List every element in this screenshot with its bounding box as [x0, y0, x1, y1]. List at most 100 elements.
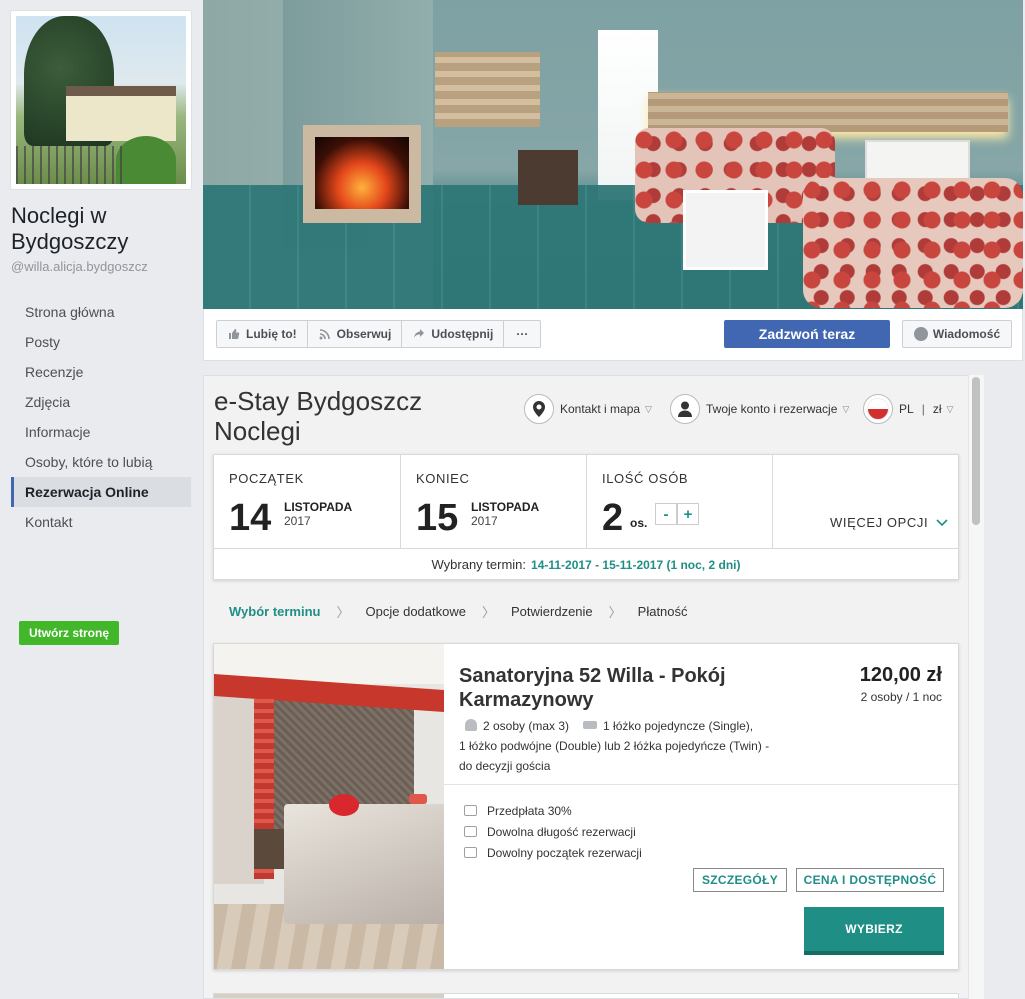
share-button[interactable]: Udostępnij [402, 321, 505, 347]
step-payment: Płatność [637, 604, 688, 619]
step-date-selection[interactable]: Wybór terminu [229, 604, 321, 619]
room-price-basis: 2 osoby / 1 noc [860, 690, 942, 704]
message-button[interactable]: Wiadomość [902, 320, 1012, 348]
room-pillow [329, 794, 359, 816]
guests-field: ILOŚĆ OSÓB 2 os. - + [587, 455, 773, 548]
feature-prepayment: Przedpłata 30% [464, 800, 642, 821]
cover-chest [518, 150, 578, 205]
feature-label: Dowolna długość rezerwacji [487, 824, 636, 839]
hotel-title-text: e-Stay Bydgoszcz Noclegi [214, 386, 423, 446]
more-options-label: WIĘCEJ OPCJI [830, 515, 929, 530]
calendar-icon [464, 826, 477, 837]
room-price: 120,00 zł [859, 664, 942, 686]
poland-flag-icon [867, 398, 889, 420]
calendar-icon [464, 847, 477, 858]
selected-term-label: Wybrany termin: [431, 557, 527, 572]
start-month: LISTOPADA [284, 500, 353, 514]
cover-stone-wall [435, 52, 540, 127]
page-action-group: Lubię to! Obserwuj Udostępnij ··· [216, 320, 542, 348]
booking-widget: e-Stay Bydgoszcz Noclegi Kontakt i mapa … [203, 375, 984, 999]
guests-count: 2 [602, 497, 624, 539]
choose-room-button[interactable]: WYBIERZ [804, 907, 944, 955]
photo-house [66, 86, 176, 141]
room-features: Przedpłata 30% Dowolna długość rezerwacj… [464, 800, 642, 863]
scrollbar-thumb[interactable] [972, 377, 980, 525]
feature-any-length: Dowolna długość rezerwacji [464, 821, 642, 842]
follow-label: Obserwuj [336, 327, 392, 341]
details-button[interactable]: SZCZEGÓŁY [693, 868, 787, 892]
bed-icon [583, 721, 598, 729]
page-side-nav: Strona główna Posty Recenzje Zdjęcia Inf… [11, 297, 191, 537]
sidebar-item-home[interactable]: Strona główna [11, 297, 191, 327]
page-name[interactable]: Noclegi w Bydgoszczy [11, 203, 201, 255]
profile-picture[interactable] [10, 10, 192, 190]
person-icon [465, 719, 477, 731]
booking-scrollbar[interactable] [968, 375, 984, 999]
more-options-button[interactable]: ··· [504, 321, 540, 347]
guests-stepper: - + [655, 503, 699, 525]
more-options-toggle[interactable]: WIĘCEJ OPCJI [830, 515, 948, 530]
room-photo[interactable] [214, 644, 444, 969]
guests-increment-button[interactable]: + [677, 503, 699, 525]
guests-decrement-button[interactable]: - [655, 503, 677, 525]
feature-label: Przedpłata 30% [487, 803, 572, 818]
cover-table [683, 190, 768, 270]
cover-shelf [648, 92, 1008, 132]
create-page-button[interactable]: Utwórz stronę [19, 621, 119, 645]
booking-steps: Wybór terminu 〉 Opcje dodatkowe 〉 Potwie… [229, 602, 688, 621]
chevron-down-icon: ▽ [842, 403, 850, 414]
room-capacity: 2 osoby (max 3) [483, 719, 570, 733]
profile-photo [16, 16, 186, 184]
contact-map-label: Kontakt i mapa [560, 402, 641, 416]
feature-label: Dowolny początek rezerwacji [487, 845, 642, 860]
cover-photo[interactable] [203, 0, 1023, 309]
photo-fence [16, 146, 126, 184]
hotel-title: e-Stay Bydgoszcz Noclegi [214, 386, 454, 446]
next-room-photo [214, 994, 444, 998]
room-bed [284, 804, 444, 924]
room-card: Sanatoryjna 52 Willa - Pokój Karmazynowy… [213, 643, 959, 970]
separator: | [921, 402, 925, 416]
room-description: 2 osoby (max 3) 1 łóżko pojedyncze (Singl… [459, 716, 779, 776]
start-date-field[interactable]: POCZĄTEK 14 LISTOPADA 2017 [214, 455, 401, 548]
call-now-button[interactable]: Zadzwoń teraz [724, 320, 890, 348]
end-year: 2017 [471, 514, 498, 528]
page-handle[interactable]: @willa.alicja.bydgoszcz [11, 259, 148, 274]
sidebar-item-posts[interactable]: Posty [11, 327, 191, 357]
end-date-field[interactable]: KONIEC 15 LISTOPADA 2017 [401, 455, 587, 548]
sidebar-item-reviews[interactable]: Recenzje [11, 357, 191, 387]
end-month: LISTOPADA [471, 500, 540, 514]
sidebar-item-booking[interactable]: Rezerwacja Online [11, 477, 191, 507]
share-label: Udostępnij [431, 327, 494, 341]
like-button[interactable]: Lubię to! [217, 321, 308, 347]
share-arrow-icon [412, 327, 426, 341]
end-date-label: KONIEC [416, 471, 470, 486]
sidebar-item-photos[interactable]: Zdjęcia [11, 387, 191, 417]
thumbs-up-icon [227, 327, 241, 341]
start-day: 14 [229, 497, 272, 539]
sidebar-item-contact[interactable]: Kontakt [11, 507, 191, 537]
room-beds-line2: 1 łóżko podwójne (Double) lub 2 łóżka po… [459, 739, 770, 753]
room-name[interactable]: Sanatoryjna 52 Willa - Pokój Karmazynowy [459, 664, 759, 712]
step-extra-options: Opcje dodatkowe [365, 604, 466, 619]
language-currency-selector[interactable]: PL | zł ▽ [863, 394, 953, 424]
user-icon [670, 394, 700, 424]
credit-card-icon [464, 805, 477, 816]
sidebar-item-about[interactable]: Informacje [11, 417, 191, 447]
map-pin-icon [524, 394, 554, 424]
date-selector: POCZĄTEK 14 LISTOPADA 2017 KONIEC 15 LIS… [213, 454, 959, 580]
feature-any-start: Dowolny początek rezerwacji [464, 842, 642, 863]
chevron-down-icon: ▽ [946, 403, 954, 414]
account-link[interactable]: Twoje konto i rezerwacje ▽ [670, 394, 849, 424]
follow-button[interactable]: Obserwuj [308, 321, 403, 347]
sidebar-item-likes[interactable]: Osoby, które to lubią [11, 447, 191, 477]
rss-icon [318, 327, 332, 341]
room-lamp [409, 794, 427, 804]
start-date-label: POCZĄTEK [229, 471, 304, 486]
price-availability-button[interactable]: CENA I DOSTĘPNOŚĆ [796, 868, 944, 892]
cover-fire [315, 137, 409, 209]
page-action-bar: Lubię to! Obserwuj Udostępnij ··· Zadzwo… [203, 309, 1023, 361]
end-day: 15 [416, 497, 459, 539]
contact-map-link[interactable]: Kontakt i mapa ▽ [524, 394, 652, 424]
card-divider [444, 784, 958, 785]
